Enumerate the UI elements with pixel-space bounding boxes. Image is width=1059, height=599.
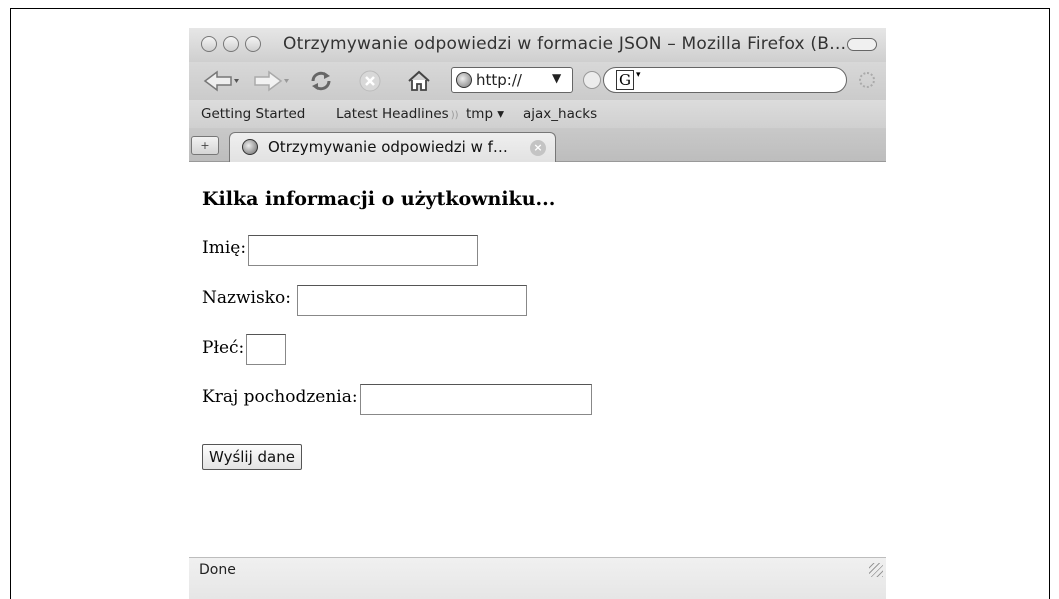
tab-label: Otrzymywanie odpowiedzi w f… (268, 138, 508, 156)
activity-spinner-icon (859, 72, 875, 88)
page-frame-top (10, 8, 1050, 9)
first-name-input[interactable] (248, 235, 478, 266)
search-engine-dropdown-icon[interactable]: ▾ (636, 70, 641, 80)
page-content: Kilka informacji o użytkowniku... Imię: … (189, 162, 886, 557)
stop-icon (359, 70, 381, 92)
tab-bar: + Otrzymywanie odpowiedzi w f… × (189, 128, 886, 162)
page-frame-right (1049, 8, 1050, 599)
url-text: http:// (476, 71, 522, 89)
last-name-label: Nazwisko: (202, 288, 291, 308)
search-engine-icon[interactable]: G (616, 70, 634, 90)
first-name-label: Imię: (202, 238, 247, 258)
status-text: Done (199, 562, 236, 578)
page-frame-left (10, 8, 11, 599)
stop-button[interactable] (357, 68, 383, 94)
window-title: Otrzymywanie odpowiedzi w formacie JSON … (283, 34, 847, 54)
submit-button[interactable]: Wyślij dane (202, 444, 302, 470)
bookmark-tmp-folder[interactable]: tmp ▾ (466, 106, 504, 122)
country-label: Kraj pochodzenia: (202, 387, 358, 407)
reload-button[interactable] (307, 68, 335, 94)
search-bar[interactable]: G ▾ (603, 67, 847, 93)
back-button[interactable] (201, 68, 241, 94)
reload-icon (311, 71, 331, 91)
forward-button[interactable] (251, 68, 291, 94)
minimize-window-button[interactable] (223, 36, 239, 52)
bookmark-ajax-hacks[interactable]: ajax_hacks (523, 106, 597, 122)
home-icon (408, 70, 430, 91)
bookmark-latest-headlines-label: Latest Headlines (336, 106, 449, 122)
title-bar: Otrzymywanie odpowiedzi w formacie JSON … (189, 28, 886, 62)
navigation-toolbar: http:// ▼ G ▾ (189, 62, 886, 100)
country-input[interactable] (360, 384, 592, 415)
browser-window: Otrzymywanie odpowiedzi w formacie JSON … (189, 28, 886, 599)
gender-input[interactable] (246, 334, 286, 365)
home-button[interactable] (405, 68, 433, 94)
last-name-input[interactable] (297, 285, 527, 316)
resize-grip-icon[interactable] (869, 563, 883, 577)
toolbar-toggle-button[interactable] (847, 38, 877, 51)
url-dropdown-arrow-icon[interactable]: ▼ (552, 71, 561, 85)
site-globe-icon (456, 72, 472, 88)
zoom-window-button[interactable] (245, 36, 261, 52)
gender-label: Płeć: (202, 338, 245, 358)
bookmarks-toolbar: Getting Started Latest Headlines)) tmp ▾… (189, 100, 886, 128)
rss-feed-icon: )) (450, 110, 459, 121)
page-heading: Kilka informacji o użytkowniku... (202, 188, 556, 210)
status-bar: Done (189, 557, 886, 599)
bookmark-latest-headlines[interactable]: Latest Headlines)) (336, 106, 459, 122)
tab-close-icon[interactable]: × (530, 140, 546, 156)
forward-arrow-icon (254, 70, 289, 92)
back-arrow-icon (203, 70, 239, 92)
new-tab-button[interactable]: + (191, 136, 219, 155)
url-bar[interactable]: http:// ▼ (451, 67, 573, 93)
tab-active[interactable]: Otrzymywanie odpowiedzi w f… × (229, 132, 556, 162)
bookmark-getting-started[interactable]: Getting Started (201, 106, 305, 122)
close-window-button[interactable] (201, 36, 217, 52)
go-button[interactable] (583, 71, 601, 89)
tab-globe-icon (242, 139, 258, 155)
